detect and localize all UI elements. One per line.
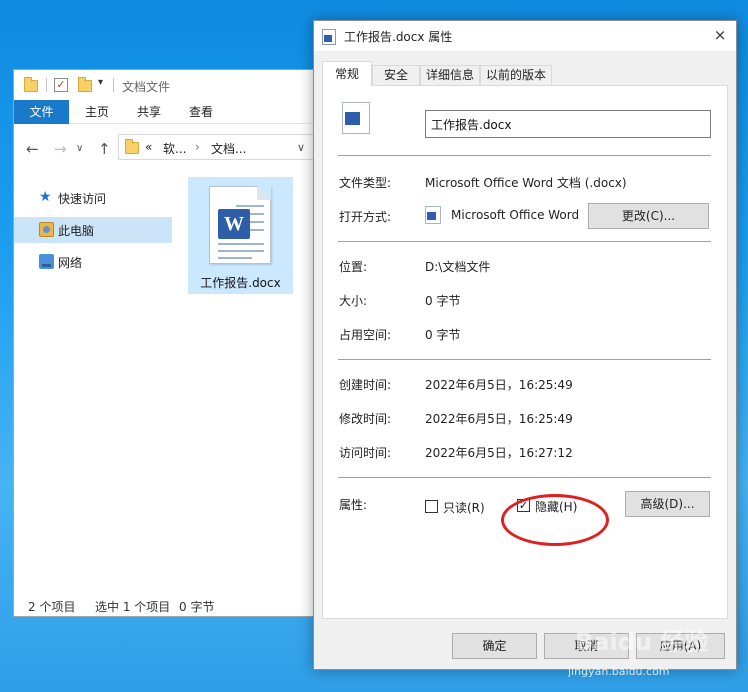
customize-toolbar-arrow-icon[interactable]: ▾ bbox=[98, 77, 103, 88]
ok-button[interactable]: 确定 bbox=[452, 633, 537, 659]
open-with-value: Microsoft Office Word bbox=[451, 208, 580, 222]
back-arrow-icon[interactable]: ← bbox=[26, 140, 39, 158]
network-icon bbox=[39, 254, 54, 269]
file-explorer-window: ✓ ▾ 文档文件 文件 主页 共享 查看 ← → ∨ ↑ « 软... › 文档… bbox=[13, 69, 328, 617]
location-label: 位置: bbox=[339, 260, 368, 274]
advanced-button[interactable]: 高级(D)... bbox=[625, 491, 710, 517]
status-bar: 2 个项目 选中 1 个项目 0 字节 bbox=[14, 594, 317, 616]
this-pc-icon bbox=[39, 222, 54, 237]
navigation-pane: ★ 快速访问 此电脑 网络 bbox=[14, 171, 172, 591]
nav-item-label: 网络 bbox=[58, 256, 83, 270]
file-item[interactable]: W 工作报告.docx bbox=[188, 177, 293, 294]
accessed-label: 访问时间: bbox=[339, 446, 392, 460]
divider bbox=[338, 477, 711, 478]
breadcrumb-separator: › bbox=[195, 140, 200, 154]
address-bar[interactable]: « 软... › 文档... ∨ bbox=[118, 134, 328, 160]
selected-count: 选中 1 个项目 bbox=[95, 600, 171, 614]
close-icon[interactable]: × bbox=[708, 24, 732, 46]
properties-check-icon[interactable]: ✓ bbox=[54, 78, 68, 92]
item-count: 2 个项目 bbox=[28, 600, 76, 614]
navigation-bar: ← → ∨ ↑ « 软... › 文档... ∨ bbox=[14, 125, 328, 171]
open-with-label: 打开方式: bbox=[339, 210, 392, 224]
readonly-checkbox[interactable] bbox=[425, 500, 438, 513]
dialog-titlebar: 工作报告.docx 属性 × bbox=[314, 21, 736, 51]
disk-size-label: 占用空间: bbox=[339, 328, 392, 342]
created-value: 2022年6月5日，16:25:49 bbox=[425, 378, 573, 392]
created-label: 创建时间: bbox=[339, 378, 392, 392]
folder-icon bbox=[125, 139, 139, 154]
change-button[interactable]: 更改(C)... bbox=[588, 203, 709, 229]
explorer-title: 文档文件 bbox=[122, 80, 171, 94]
folder-icon bbox=[24, 77, 38, 92]
selected-size: 0 字节 bbox=[179, 600, 215, 614]
file-name-input[interactable] bbox=[425, 110, 711, 138]
word-document-icon bbox=[342, 102, 370, 134]
baidu-watermark-logo: Baidu 经验 bbox=[575, 628, 709, 656]
dialog-title: 工作报告.docx 属性 bbox=[344, 30, 453, 44]
attributes-label: 属性: bbox=[339, 498, 368, 512]
ribbon-tab-share[interactable]: 共享 bbox=[128, 100, 170, 124]
divider bbox=[338, 359, 711, 360]
tab-security[interactable]: 安全 bbox=[372, 65, 420, 86]
file-type-label: 文件类型: bbox=[339, 176, 392, 190]
ribbon-tabs: 文件 主页 共享 查看 bbox=[14, 100, 317, 124]
location-value: D:\文档文件 bbox=[425, 260, 491, 274]
readonly-label[interactable]: 只读(R) bbox=[443, 499, 485, 516]
tab-general[interactable]: 常规 bbox=[322, 61, 372, 86]
general-tab-panel: 文件类型: Microsoft Office Word 文档 (.docx) 打… bbox=[322, 85, 728, 619]
properties-dialog: 工作报告.docx 属性 × 常规 安全 详细信息 以前的版本 文件类型: Mi… bbox=[313, 20, 737, 670]
word-document-icon: W bbox=[209, 186, 271, 264]
nav-item-label: 快速访问 bbox=[58, 192, 107, 206]
highlight-circle-annotation bbox=[501, 494, 609, 546]
address-dropdown-icon[interactable]: ∨ bbox=[297, 141, 305, 154]
recent-locations-icon[interactable]: ∨ bbox=[76, 143, 83, 154]
tab-details[interactable]: 详细信息 bbox=[420, 65, 480, 86]
word-document-icon bbox=[322, 29, 336, 45]
new-folder-icon[interactable] bbox=[78, 77, 92, 92]
file-type-value: Microsoft Office Word 文档 (.docx) bbox=[425, 176, 627, 190]
modified-label: 修改时间: bbox=[339, 412, 392, 426]
divider bbox=[338, 155, 711, 156]
breadcrumb-item[interactable]: 文档... bbox=[211, 140, 246, 157]
word-logo-icon: W bbox=[218, 209, 250, 239]
nav-item-this-pc[interactable]: 此电脑 bbox=[14, 217, 172, 243]
modified-value: 2022年6月5日，16:25:49 bbox=[425, 412, 573, 426]
nav-item-quick-access[interactable]: ★ 快速访问 bbox=[14, 185, 172, 211]
ribbon-tab-home[interactable]: 主页 bbox=[76, 100, 118, 124]
ribbon-tab-view[interactable]: 查看 bbox=[180, 100, 222, 124]
toolbar-separator bbox=[113, 78, 114, 92]
forward-arrow-icon[interactable]: → bbox=[54, 140, 67, 158]
accessed-value: 2022年6月5日，16:27:12 bbox=[425, 446, 573, 460]
tab-previous-versions[interactable]: 以前的版本 bbox=[480, 65, 552, 86]
ribbon-tab-file[interactable]: 文件 bbox=[14, 100, 69, 124]
watermark-url: jingyan.baidu.com bbox=[568, 665, 670, 678]
disk-size-value: 0 字节 bbox=[425, 328, 461, 342]
breadcrumb-item[interactable]: 软... bbox=[163, 140, 186, 157]
toolbar-separator bbox=[46, 78, 47, 92]
size-value: 0 字节 bbox=[425, 294, 461, 308]
nav-item-network[interactable]: 网络 bbox=[14, 249, 172, 275]
size-label: 大小: bbox=[339, 294, 368, 308]
star-icon: ★ bbox=[39, 189, 52, 205]
explorer-titlebar: ✓ ▾ 文档文件 bbox=[14, 70, 317, 100]
breadcrumb-overflow[interactable]: « bbox=[145, 140, 152, 154]
word-app-icon bbox=[425, 206, 441, 224]
up-arrow-icon[interactable]: ↑ bbox=[98, 140, 111, 158]
nav-item-label: 此电脑 bbox=[58, 224, 95, 238]
file-name: 工作报告.docx bbox=[200, 276, 281, 290]
divider bbox=[338, 241, 711, 242]
